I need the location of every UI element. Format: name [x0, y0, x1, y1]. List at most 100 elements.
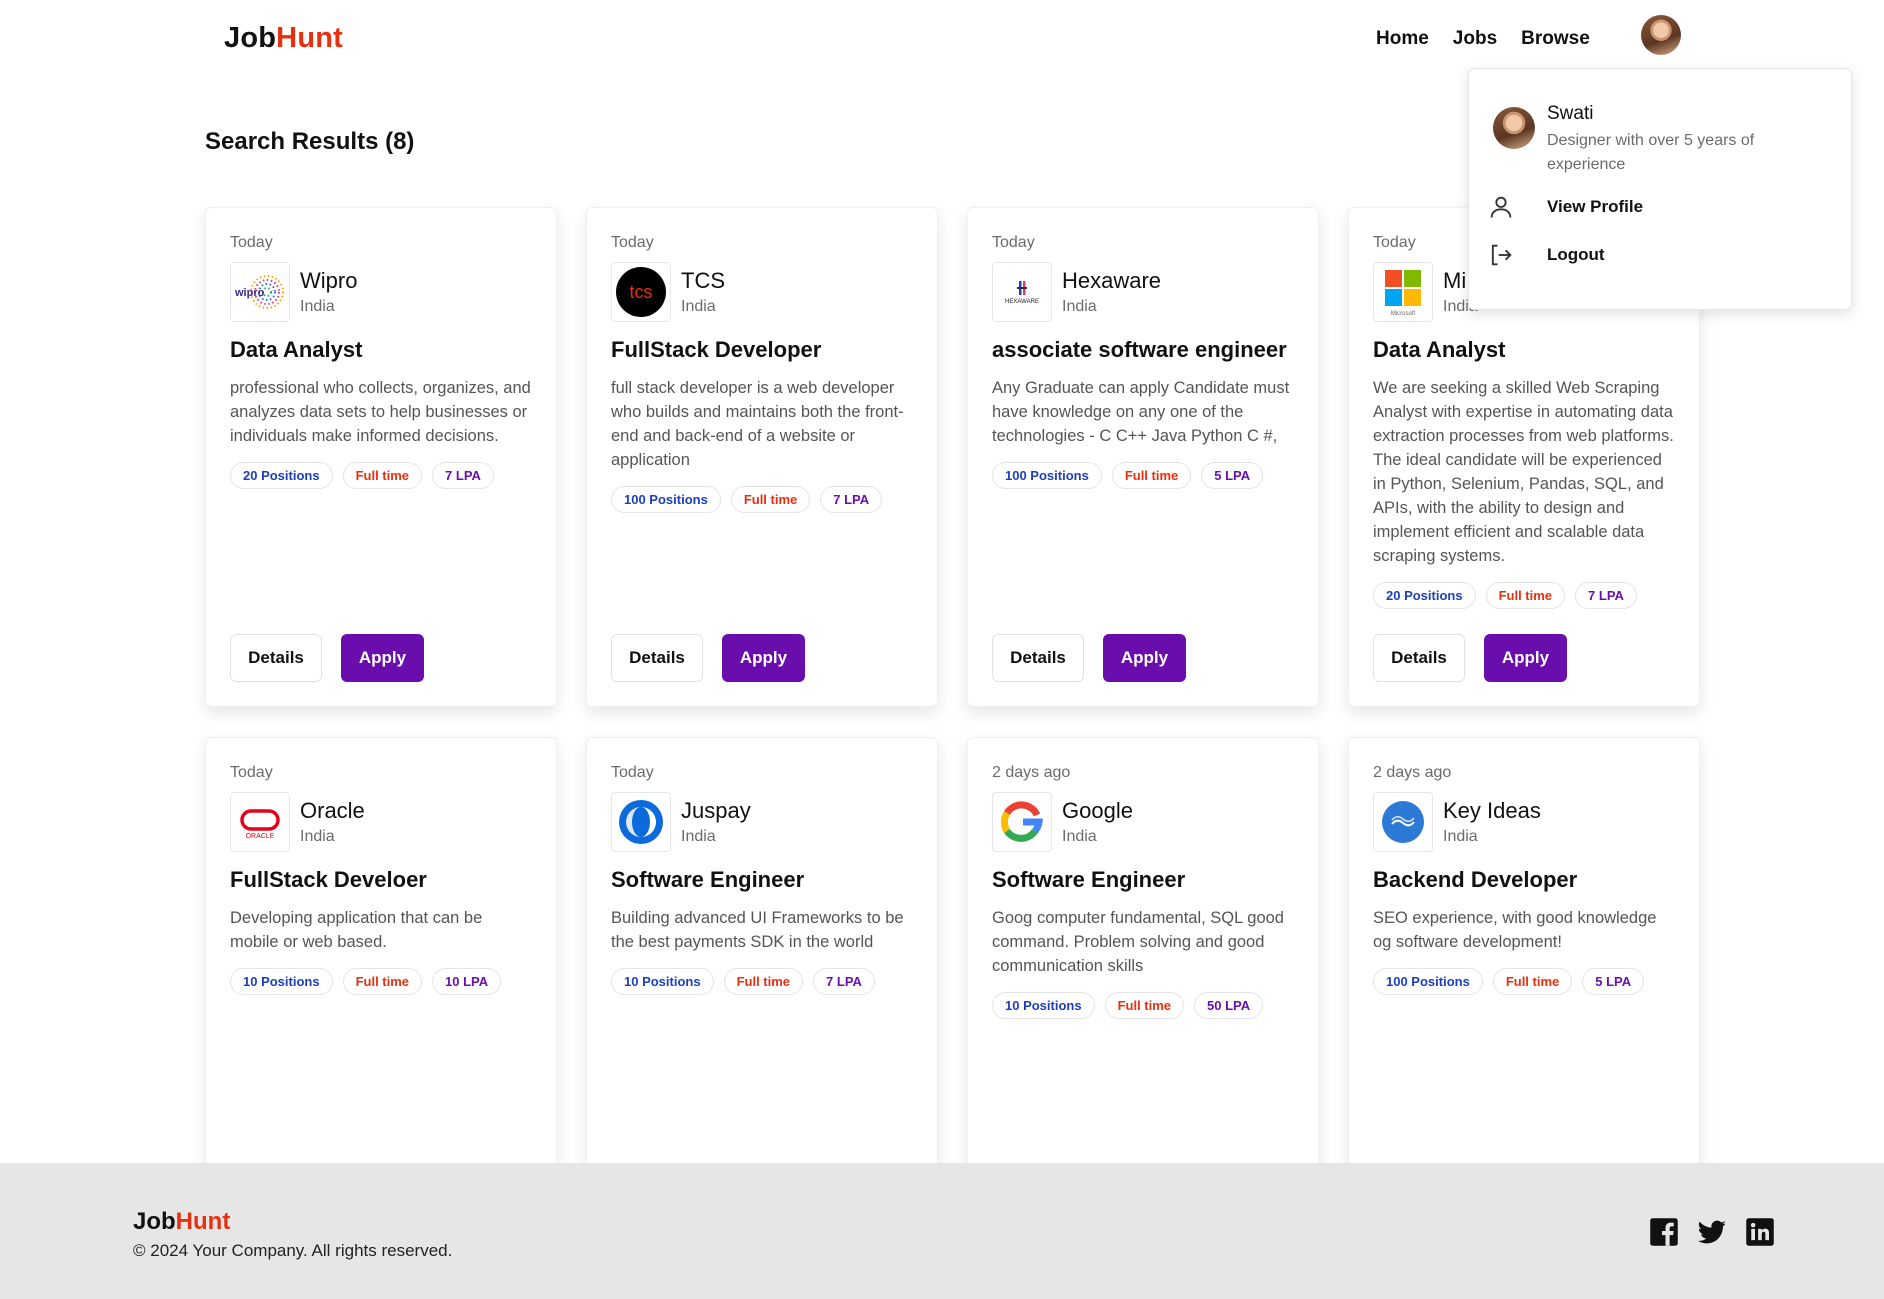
job-card: Today Juspay India Software Engineer Bui…: [586, 737, 938, 1237]
positions-badge: 100 Positions: [992, 462, 1102, 489]
job-title: FullStack Developer: [611, 337, 822, 362]
job-badges: 100 Positions Full time 5 LPA: [1373, 968, 1675, 995]
job-title: Software Engineer: [611, 867, 805, 892]
company-row: tcs TCS India: [611, 262, 913, 322]
tcs-logo-icon: tcs: [611, 262, 671, 322]
details-button[interactable]: Details: [1373, 634, 1465, 682]
details-button[interactable]: Details: [230, 634, 322, 682]
posted-time: Today: [992, 234, 1035, 251]
user-avatar[interactable]: [1641, 15, 1681, 55]
company-location: India: [1062, 298, 1097, 315]
salary-badge: 7 LPA: [432, 462, 494, 489]
apply-button[interactable]: Apply: [341, 634, 424, 682]
job-description: We are seeking a skilled Web Scraping An…: [1373, 379, 1674, 565]
job-badges: 10 Positions Full time 10 LPA: [230, 968, 532, 995]
company-name: Wipro: [300, 268, 358, 293]
job-type-badge: Full time: [342, 968, 423, 995]
details-button[interactable]: Details: [992, 634, 1084, 682]
job-card: Today wipro Wipro India Data Analyst pro…: [205, 207, 557, 707]
job-card: 2 days ago Google India Software Enginee…: [967, 737, 1319, 1237]
job-title: Backend Developer: [1373, 867, 1578, 892]
nav-home[interactable]: Home: [1376, 28, 1429, 50]
job-card: Today ORACLE Oracle India FullStack Deve…: [205, 737, 557, 1237]
microsoft-logo-icon: Microsoft: [1373, 262, 1433, 322]
nav-links: Home Jobs Browse: [1376, 28, 1590, 50]
company-name: Google: [1062, 798, 1133, 823]
posted-time: 2 days ago: [992, 764, 1071, 781]
job-badges: 100 Positions Full time 7 LPA: [611, 486, 913, 513]
salary-badge: 5 LPA: [1201, 462, 1264, 489]
job-description: Any Graduate can apply Candidate must ha…: [992, 379, 1290, 445]
wipro-logo-icon: wipro: [230, 262, 290, 322]
positions-badge: 100 Positions: [1373, 968, 1483, 995]
posted-time: 2 days ago: [1373, 764, 1452, 781]
apply-button[interactable]: Apply: [722, 634, 805, 682]
job-badges: 10 Positions Full time 7 LPA: [611, 968, 913, 995]
page-title: Search Results (8): [205, 128, 415, 155]
job-description: full stack developer is a web developer …: [611, 379, 904, 469]
company-row: Key Ideas India: [1373, 792, 1675, 852]
positions-badge: 20 Positions: [1373, 582, 1476, 609]
job-type-badge: Full time: [723, 968, 804, 995]
salary-badge: 7 LPA: [820, 486, 883, 513]
svg-text:ORACLE: ORACLE: [246, 833, 275, 840]
keyideas-logo-icon: [1373, 792, 1433, 852]
details-button[interactable]: Details: [611, 634, 703, 682]
salary-badge: 50 LPA: [1194, 992, 1264, 1019]
company-name: Oracle: [300, 798, 365, 823]
positions-badge: 10 Positions: [992, 992, 1095, 1019]
view-profile-link[interactable]: View Profile: [1487, 193, 1643, 221]
facebook-icon[interactable]: [1649, 1217, 1679, 1247]
company-location: India: [1443, 828, 1478, 845]
footer-logo: JobHunt: [133, 1208, 231, 1235]
dropdown-avatar: [1493, 107, 1535, 149]
company-row: HEXAWARE Hexaware India: [992, 262, 1294, 322]
job-title: FullStack Develoer: [230, 867, 427, 892]
company-location: India: [300, 828, 335, 845]
apply-button[interactable]: Apply: [1103, 634, 1186, 682]
brand-logo[interactable]: JobHunt: [224, 22, 343, 55]
job-card: 2 days ago Key Ideas India Backend Devel…: [1348, 737, 1700, 1237]
company-row: wipro Wipro India: [230, 262, 532, 322]
company-location: India: [1062, 828, 1097, 845]
job-type-badge: Full time: [1492, 968, 1573, 995]
job-type-badge: Full time: [730, 486, 811, 513]
svg-text:HEXAWARE: HEXAWARE: [1005, 299, 1039, 305]
job-description: Building advanced UI Frameworks to be th…: [611, 909, 904, 951]
salary-badge: 7 LPA: [1575, 582, 1637, 609]
company-name: Key Ideas: [1443, 798, 1541, 823]
nav-browse[interactable]: Browse: [1521, 28, 1590, 50]
profile-name: Swati: [1547, 103, 1594, 124]
job-badges: 20 Positions Full time 7 LPA: [230, 462, 532, 489]
logout-link[interactable]: Logout: [1487, 241, 1605, 269]
company-name: Hexaware: [1062, 268, 1162, 293]
juspay-logo-icon: [611, 792, 671, 852]
job-badges: 20 Positions Full time 7 LPA: [1373, 582, 1675, 609]
job-grid: Today wipro Wipro India Data Analyst pro…: [205, 207, 1700, 1237]
job-card: Today tcs TCS India FullStack Developer …: [586, 207, 938, 707]
salary-badge: 10 LPA: [432, 968, 502, 995]
positions-badge: 20 Positions: [230, 462, 333, 489]
apply-button[interactable]: Apply: [1484, 634, 1567, 682]
logout-label: Logout: [1547, 245, 1605, 264]
job-title: Software Engineer: [992, 867, 1186, 892]
linkedin-icon[interactable]: [1745, 1217, 1775, 1247]
positions-badge: 10 Positions: [230, 968, 333, 995]
positions-badge: 10 Positions: [611, 968, 714, 995]
job-title: Data Analyst: [1373, 337, 1506, 362]
profile-bio: Designer with over 5 years of experience: [1547, 132, 1755, 173]
svg-text:Microsoft: Microsoft: [1391, 311, 1416, 317]
nav-jobs[interactable]: Jobs: [1453, 28, 1497, 50]
posted-time: Today: [611, 234, 654, 251]
positions-badge: 100 Positions: [611, 486, 721, 513]
user-icon: [1490, 196, 1512, 218]
view-profile-label: View Profile: [1547, 197, 1644, 216]
svg-text:tcs: tcs: [629, 282, 652, 302]
job-type-badge: Full time: [342, 462, 423, 489]
job-title: associate software engineer: [992, 337, 1287, 362]
twitter-icon[interactable]: [1697, 1217, 1727, 1247]
job-badges: 100 Positions Full time 5 LPA: [992, 462, 1294, 489]
job-badges: 10 Positions Full time 50 LPA: [992, 992, 1294, 1019]
google-logo-icon: [992, 792, 1052, 852]
company-row: ORACLE Oracle India: [230, 792, 532, 852]
